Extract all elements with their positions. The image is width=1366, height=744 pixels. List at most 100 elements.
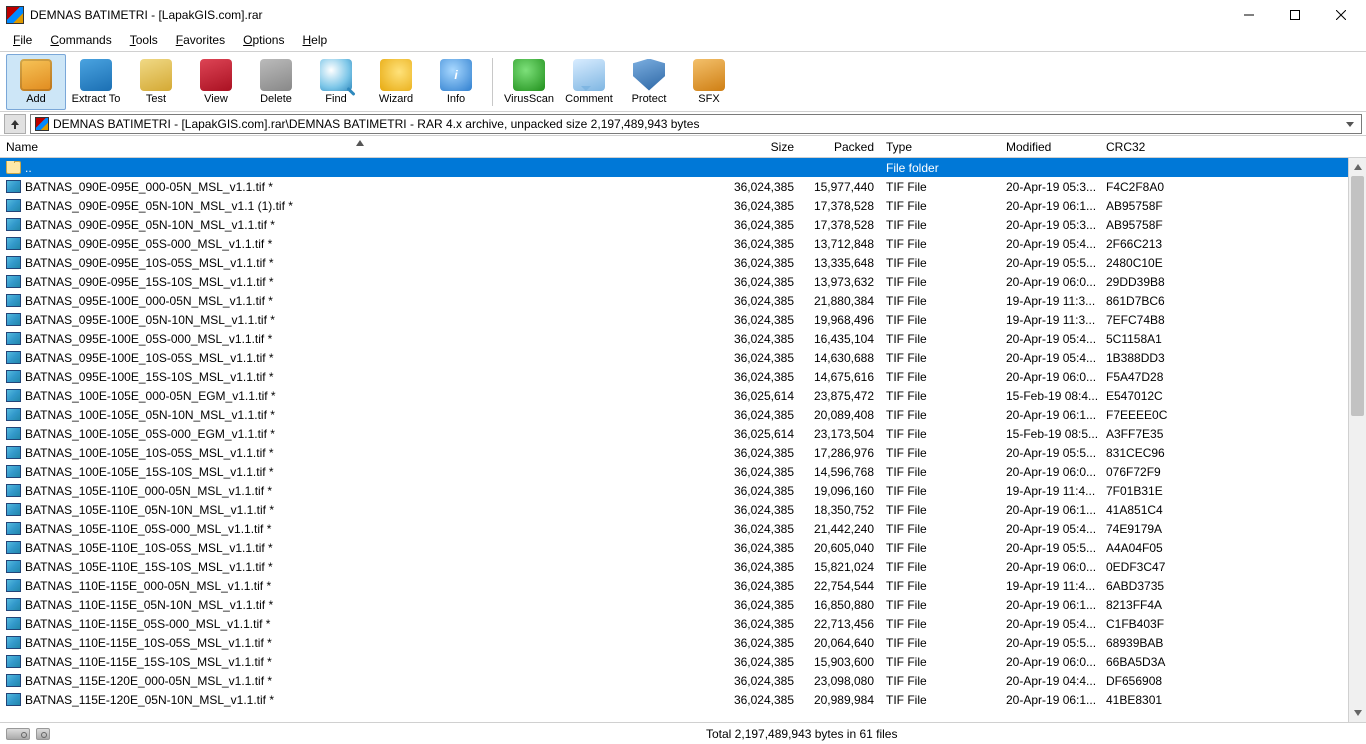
file-type: TIF File xyxy=(880,351,1000,365)
scroll-up-icon[interactable] xyxy=(1349,158,1366,176)
file-row[interactable]: BATNAS_110E-115E_05S-000_MSL_v1.1.tif *3… xyxy=(0,614,1348,633)
tif-file-icon xyxy=(6,256,21,269)
file-row[interactable]: BATNAS_100E-105E_05N-10N_MSL_v1.1.tif *3… xyxy=(0,405,1348,424)
file-row[interactable]: BATNAS_090E-095E_05N-10N_MSL_v1.1.tif *3… xyxy=(0,215,1348,234)
col-type[interactable]: Type xyxy=(880,136,1000,157)
col-name[interactable]: Name xyxy=(0,136,720,157)
file-name: BATNAS_090E-095E_05N-10N_MSL_v1.1 (1).ti… xyxy=(25,199,293,213)
file-type: TIF File xyxy=(880,484,1000,498)
file-name: BATNAS_110E-115E_05N-10N_MSL_v1.1.tif * xyxy=(25,598,273,612)
file-row[interactable]: BATNAS_100E-105E_05S-000_EGM_v1.1.tif *3… xyxy=(0,424,1348,443)
file-row[interactable]: BATNAS_105E-110E_05S-000_MSL_v1.1.tif *3… xyxy=(0,519,1348,538)
file-row[interactable]: BATNAS_105E-110E_15S-10S_MSL_v1.1.tif *3… xyxy=(0,557,1348,576)
file-row[interactable]: BATNAS_105E-110E_000-05N_MSL_v1.1.tif *3… xyxy=(0,481,1348,500)
toolbar-protect-button[interactable]: Protect xyxy=(619,54,679,110)
file-crc: 076F72F9 xyxy=(1100,465,1180,479)
file-row[interactable]: BATNAS_115E-120E_05N-10N_MSL_v1.1.tif *3… xyxy=(0,690,1348,709)
menu-favorites[interactable]: Favorites xyxy=(167,30,234,51)
file-size: 36,024,385 xyxy=(720,294,800,308)
file-modified: 20-Apr-19 06:0... xyxy=(1000,275,1100,289)
scrollbar-thumb[interactable] xyxy=(1351,176,1364,416)
file-row[interactable]: BATNAS_100E-105E_10S-05S_MSL_v1.1.tif *3… xyxy=(0,443,1348,462)
maximize-button[interactable] xyxy=(1272,0,1318,30)
file-row[interactable]: BATNAS_095E-100E_05N-10N_MSL_v1.1.tif *3… xyxy=(0,310,1348,329)
toolbar-view-button[interactable]: View xyxy=(186,54,246,110)
toolbar-wizard-button[interactable]: Wizard xyxy=(366,54,426,110)
menu-file[interactable]: File xyxy=(4,30,41,51)
file-row[interactable]: BATNAS_105E-110E_10S-05S_MSL_v1.1.tif *3… xyxy=(0,538,1348,557)
address-field[interactable]: DEMNAS BATIMETRI - [LapakGIS.com].rar\DE… xyxy=(30,114,1362,134)
menu-options[interactable]: Options xyxy=(234,30,293,51)
menu-commands[interactable]: Commands xyxy=(41,30,120,51)
vertical-scrollbar[interactable] xyxy=(1348,158,1366,722)
menu-tools[interactable]: Tools xyxy=(121,30,167,51)
address-row: DEMNAS BATIMETRI - [LapakGIS.com].rar\DE… xyxy=(0,112,1366,136)
tif-file-icon xyxy=(6,332,21,345)
toolbar-comment-button[interactable]: Comment xyxy=(559,54,619,110)
file-row[interactable]: BATNAS_110E-115E_10S-05S_MSL_v1.1.tif *3… xyxy=(0,633,1348,652)
file-row[interactable]: BATNAS_110E-115E_000-05N_MSL_v1.1.tif *3… xyxy=(0,576,1348,595)
toolbar-virus-button[interactable]: VirusScan xyxy=(499,54,559,110)
col-crc[interactable]: CRC32 xyxy=(1100,136,1180,157)
file-size: 36,024,385 xyxy=(720,370,800,384)
file-row[interactable]: BATNAS_110E-115E_05N-10N_MSL_v1.1.tif *3… xyxy=(0,595,1348,614)
file-row[interactable]: BATNAS_090E-095E_05N-10N_MSL_v1.1 (1).ti… xyxy=(0,196,1348,215)
file-crc: F5A47D28 xyxy=(1100,370,1180,384)
toolbar-sfx-button[interactable]: SFX xyxy=(679,54,739,110)
file-packed: 23,173,504 xyxy=(800,427,880,441)
toolbar-virus-label: VirusScan xyxy=(504,93,554,105)
disk-icon xyxy=(6,728,30,740)
up-arrow-icon xyxy=(9,118,21,130)
tif-file-icon xyxy=(6,199,21,212)
file-name: BATNAS_105E-110E_15S-10S_MSL_v1.1.tif * xyxy=(25,560,273,574)
file-modified: 20-Apr-19 05:4... xyxy=(1000,617,1100,631)
toolbar-find-button[interactable]: Find xyxy=(306,54,366,110)
scroll-down-icon[interactable] xyxy=(1349,704,1366,722)
sort-indicator-icon xyxy=(356,135,364,149)
file-row[interactable]: BATNAS_090E-095E_05S-000_MSL_v1.1.tif *3… xyxy=(0,234,1348,253)
toolbar-test-button[interactable]: Test xyxy=(126,54,186,110)
toolbar-extract-button[interactable]: Extract To xyxy=(66,54,126,110)
file-size: 36,024,385 xyxy=(720,199,800,213)
file-row[interactable]: BATNAS_090E-095E_10S-05S_MSL_v1.1.tif *3… xyxy=(0,253,1348,272)
file-row[interactable]: BATNAS_100E-105E_15S-10S_MSL_v1.1.tif *3… xyxy=(0,462,1348,481)
file-row[interactable]: BATNAS_100E-105E_000-05N_EGM_v1.1.tif *3… xyxy=(0,386,1348,405)
file-packed: 17,378,528 xyxy=(800,199,880,213)
col-modified[interactable]: Modified xyxy=(1000,136,1100,157)
toolbar-delete-button[interactable]: Delete xyxy=(246,54,306,110)
file-row[interactable]: BATNAS_095E-100E_10S-05S_MSL_v1.1.tif *3… xyxy=(0,348,1348,367)
col-size[interactable]: Size xyxy=(720,136,800,157)
file-type: TIF File xyxy=(880,579,1000,593)
close-button[interactable] xyxy=(1318,0,1364,30)
file-modified: 20-Apr-19 05:3... xyxy=(1000,180,1100,194)
file-name: BATNAS_090E-095E_10S-05S_MSL_v1.1.tif * xyxy=(25,256,274,270)
file-row[interactable]: BATNAS_095E-100E_05S-000_MSL_v1.1.tif *3… xyxy=(0,329,1348,348)
toolbar-info-button[interactable]: iInfo xyxy=(426,54,486,110)
file-size: 36,024,385 xyxy=(720,465,800,479)
file-size: 36,024,385 xyxy=(720,237,800,251)
up-button[interactable] xyxy=(4,114,26,134)
file-packed: 18,350,752 xyxy=(800,503,880,517)
file-row[interactable]: BATNAS_115E-120E_000-05N_MSL_v1.1.tif *3… xyxy=(0,671,1348,690)
file-row[interactable]: BATNAS_105E-110E_05N-10N_MSL_v1.1.tif *3… xyxy=(0,500,1348,519)
tif-file-icon xyxy=(6,522,21,535)
file-row[interactable]: BATNAS_095E-100E_15S-10S_MSL_v1.1.tif *3… xyxy=(0,367,1348,386)
minimize-button[interactable] xyxy=(1226,0,1272,30)
file-row[interactable]: BATNAS_095E-100E_000-05N_MSL_v1.1.tif *3… xyxy=(0,291,1348,310)
file-packed: 20,605,040 xyxy=(800,541,880,555)
file-crc: 0EDF3C47 xyxy=(1100,560,1180,574)
file-row[interactable]: BATNAS_090E-095E_000-05N_MSL_v1.1.tif *3… xyxy=(0,177,1348,196)
file-crc: 74E9179A xyxy=(1100,522,1180,536)
toolbar-add-button[interactable]: Add xyxy=(6,54,66,110)
updir-row[interactable]: ..File folder xyxy=(0,158,1348,177)
col-packed[interactable]: Packed xyxy=(800,136,880,157)
toolbar-info-label: Info xyxy=(447,93,465,105)
file-row[interactable]: BATNAS_090E-095E_15S-10S_MSL_v1.1.tif *3… xyxy=(0,272,1348,291)
menu-help[interactable]: Help xyxy=(293,30,336,51)
file-name: BATNAS_115E-120E_05N-10N_MSL_v1.1.tif * xyxy=(25,693,274,707)
file-row[interactable]: BATNAS_110E-115E_15S-10S_MSL_v1.1.tif *3… xyxy=(0,652,1348,671)
address-dropdown-icon[interactable] xyxy=(1343,120,1357,128)
file-size: 36,024,385 xyxy=(720,180,800,194)
file-name: BATNAS_095E-100E_05N-10N_MSL_v1.1.tif * xyxy=(25,313,275,327)
file-size: 36,024,385 xyxy=(720,674,800,688)
